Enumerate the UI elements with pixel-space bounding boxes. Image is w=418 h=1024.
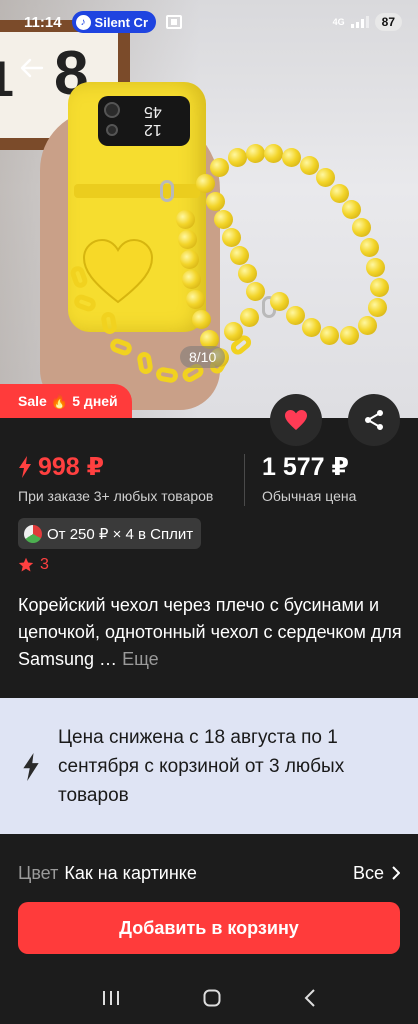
battery-indicator: 87 <box>374 13 402 31</box>
color-selector[interactable]: Цвет Как на картинке Все <box>0 848 418 898</box>
all-variants-label: Все <box>352 862 384 883</box>
status-time: 11:14 <box>24 13 62 31</box>
network-type: 4G <box>332 16 345 27</box>
split-payment-chip[interactable]: От 250 ₽ × 4 в Сплит <box>18 518 202 549</box>
rating[interactable]: 3 <box>18 556 49 574</box>
read-more-link[interactable]: Еще <box>122 649 159 669</box>
star-icon <box>18 557 34 572</box>
sale-days: 5 дней <box>72 393 118 409</box>
share-icon <box>365 410 383 430</box>
chevron-right-icon <box>392 866 400 880</box>
regular-price-note: Обычная цена <box>262 488 357 504</box>
photo-heart <box>82 238 154 304</box>
home-icon[interactable] <box>203 989 221 1007</box>
price-divider <box>244 454 245 506</box>
recent-apps-icon[interactable] <box>102 990 120 1006</box>
color-label: Цвет <box>18 862 59 883</box>
music-note-icon: ♪ <box>75 14 91 30</box>
sale-badge: Sale 🔥 5 дней <box>0 384 132 418</box>
share-button[interactable] <box>348 394 400 446</box>
screenshot-icon <box>166 15 183 29</box>
promo-banner[interactable]: Цена снижена с 18 августа по 1 сентября … <box>0 698 418 834</box>
split-label: От 250 ₽ × 4 в Сплит <box>47 525 194 543</box>
sale-label: Sale <box>18 393 47 409</box>
heart-icon <box>285 410 307 430</box>
color-value: Как на картинке <box>64 862 197 883</box>
signal-icon <box>350 16 369 28</box>
add-to-cart-label: Добавить в корзину <box>119 917 299 938</box>
media-pill[interactable]: ♪ Silent Cr <box>71 11 157 33</box>
regular-price: 1 577 ₽ <box>262 453 349 481</box>
add-to-cart-button[interactable]: Добавить в корзину <box>18 902 400 954</box>
media-pill-label: Silent Cr <box>94 14 149 30</box>
back-arrow-icon[interactable] <box>20 58 44 78</box>
product-title-text: Корейский чехол через плечо с бусинами и… <box>18 595 402 669</box>
discount-price: 998 ₽ <box>38 453 105 481</box>
lightning-icon <box>23 753 39 781</box>
back-nav-icon[interactable] <box>304 989 316 1007</box>
discount-price-block: 998 ₽ <box>18 452 104 482</box>
promo-banner-text: Цена снижена с 18 августа по 1 сентября … <box>58 726 345 806</box>
rating-value: 3 <box>40 556 49 573</box>
system-nav-bar <box>0 972 418 1024</box>
status-bar: 11:14 ♪ Silent Cr 4G 87 <box>0 0 418 44</box>
all-variants-link[interactable]: Все <box>353 863 400 884</box>
split-icon <box>24 524 42 543</box>
fire-icon: 🔥 <box>50 392 69 409</box>
favorite-button[interactable] <box>270 394 322 446</box>
lightning-icon <box>19 456 31 478</box>
image-counter: 8/10 <box>180 346 226 368</box>
product-title[interactable]: Корейский чехол через плечо с бусинами и… <box>18 592 402 673</box>
discount-note: При заказе 3+ любых товаров <box>18 488 214 504</box>
